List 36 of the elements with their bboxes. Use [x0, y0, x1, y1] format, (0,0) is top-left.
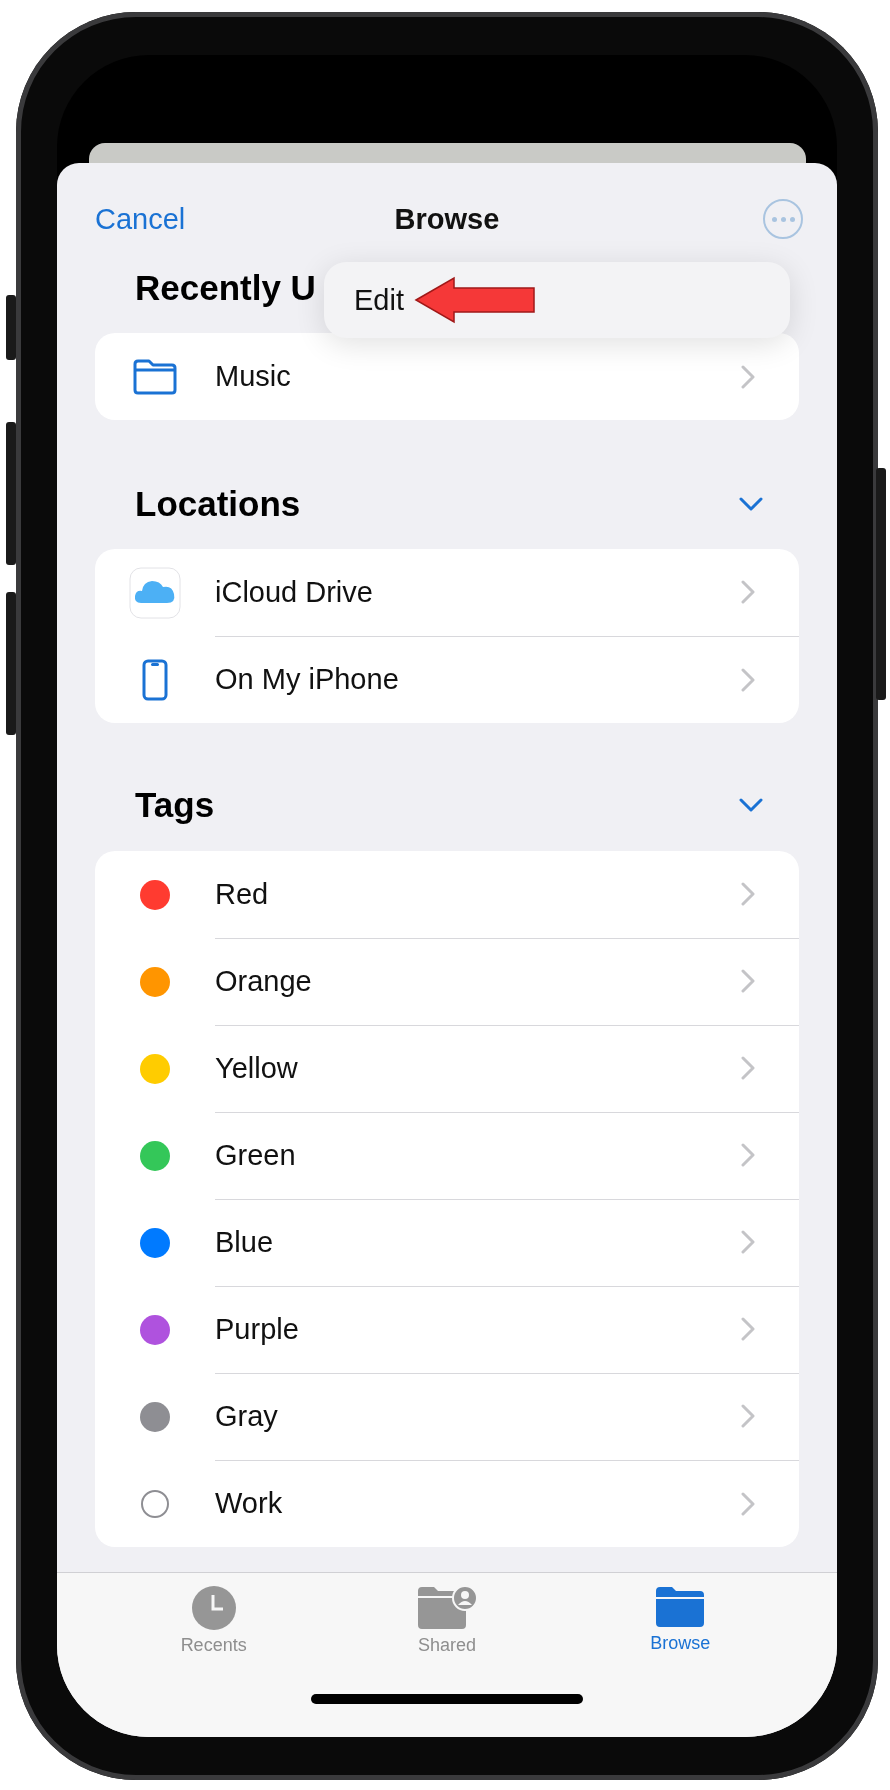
- section-title: Recently U: [135, 268, 316, 308]
- chevron-right-icon: [741, 969, 755, 993]
- list-item[interactable]: Orange: [215, 964, 741, 998]
- list-item[interactable]: iCloud Drive: [215, 575, 741, 609]
- chevron-right-icon: [741, 667, 755, 692]
- list-item[interactable]: Green: [215, 1138, 741, 1172]
- clock-icon: [190, 1585, 237, 1631]
- folder-icon: [132, 358, 178, 395]
- list-item[interactable]: Work: [215, 1487, 741, 1520]
- chevron-right-icon: [741, 882, 755, 906]
- section-title: Locations: [135, 484, 301, 524]
- list-item[interactable]: Purple: [215, 1312, 741, 1346]
- list-item[interactable]: On My iPhone: [215, 663, 741, 696]
- chevron-right-icon: [741, 1404, 755, 1428]
- chevron-right-icon: [741, 1143, 755, 1167]
- cloud-icon: [129, 566, 181, 619]
- cancel-button[interactable]: Cancel: [95, 202, 186, 236]
- shared-folder-icon: [416, 1585, 478, 1631]
- section-title: Tags: [135, 785, 215, 825]
- menu-item[interactable]: Edit: [354, 283, 404, 317]
- chevron-right-icon: [741, 1491, 755, 1516]
- chevron-right-icon: [741, 1056, 755, 1080]
- chevron-right-icon: [741, 1317, 755, 1341]
- tag-circle: [141, 1489, 169, 1518]
- list-item[interactable]: Music: [215, 360, 741, 393]
- chevron-right-icon: [741, 364, 755, 389]
- sheet-title: Browse: [394, 202, 500, 236]
- tab[interactable]: Browse: [610, 1585, 751, 1656]
- chevron-right-icon: [741, 1230, 755, 1254]
- folder-icon: [654, 1585, 707, 1629]
- list-item[interactable]: Red: [215, 877, 741, 911]
- list-item[interactable]: Yellow: [215, 1051, 741, 1085]
- list-item[interactable]: Gray: [215, 1399, 741, 1433]
- phone-icon: [142, 658, 168, 701]
- chevron-right-icon: [741, 580, 755, 604]
- list-item[interactable]: Blue: [215, 1225, 741, 1259]
